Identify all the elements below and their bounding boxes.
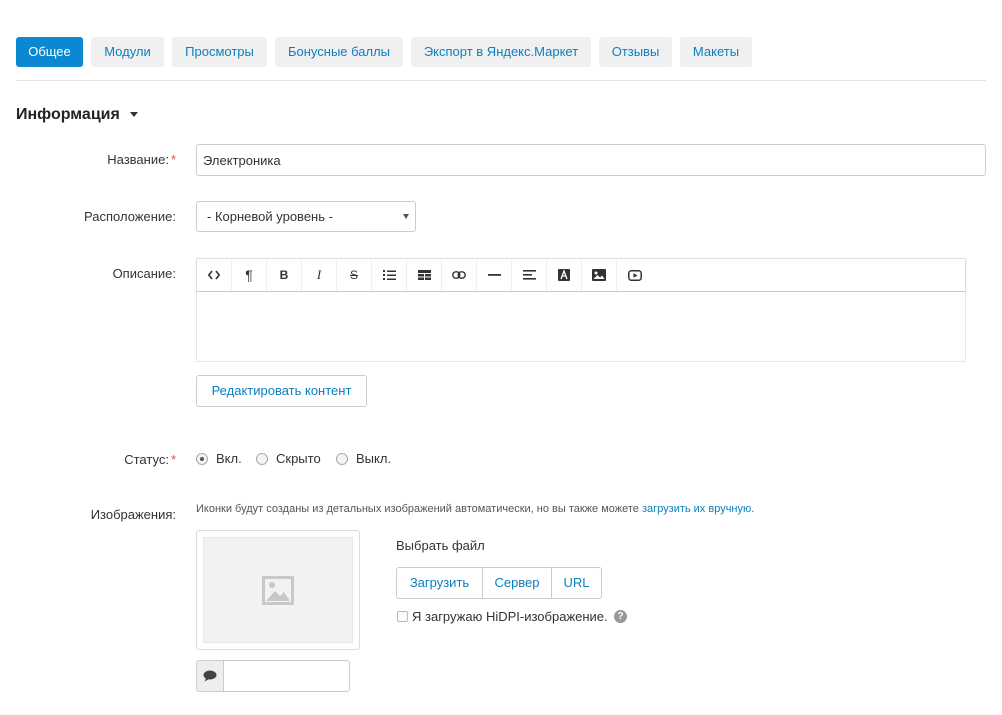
required-mark: * [170, 452, 176, 467]
image-icon[interactable] [582, 259, 617, 291]
tab-views[interactable]: Просмотры [172, 37, 267, 67]
name-input[interactable] [196, 144, 986, 176]
editor-toolbar: ¶ B I S [196, 258, 966, 292]
image-placeholder [203, 537, 353, 643]
image-placeholder-icon [262, 576, 294, 605]
tab-reviews[interactable]: Отзывы [599, 37, 672, 67]
location-label: Расположение: [84, 209, 176, 224]
horizontal-rule-icon[interactable] [477, 259, 512, 291]
hidpi-label: Я загружаю HiDPI-изображение. [412, 609, 608, 624]
table-icon[interactable] [407, 259, 442, 291]
unordered-list-icon[interactable] [372, 259, 407, 291]
section-title: Информация [16, 106, 120, 123]
tab-bonus-points[interactable]: Бонусные баллы [275, 37, 403, 67]
font-color-icon[interactable] [547, 259, 582, 291]
upload-manually-link[interactable]: загрузить их вручную [642, 503, 751, 515]
status-on-label: Вкл. [216, 451, 242, 466]
select-arrow-icon [403, 214, 409, 219]
status-hidden-radio[interactable] [256, 453, 268, 465]
section-toggle-information[interactable]: Информация [16, 106, 138, 124]
name-label: Название: * [107, 152, 176, 167]
edit-content-button[interactable]: Редактировать контент [196, 375, 367, 407]
help-icon[interactable]: ? [614, 610, 627, 623]
tab-yandex-market-export[interactable]: Экспорт в Яндекс.Маркет [411, 37, 591, 67]
status-on-radio[interactable] [196, 453, 208, 465]
url-button[interactable]: URL [551, 567, 602, 599]
images-hint: Иконки будут созданы из детальных изобра… [196, 503, 755, 515]
tabs-divider [16, 80, 986, 81]
paragraph-icon[interactable]: ¶ [232, 259, 267, 291]
tab-general[interactable]: Общее [16, 37, 83, 67]
location-selected-value: - Корневой уровень - [207, 209, 333, 224]
choose-file-label: Выбрать файл [396, 538, 485, 553]
server-button[interactable]: Сервер [482, 567, 552, 599]
status-label: Статус: * [124, 452, 176, 467]
caret-down-icon [129, 112, 138, 118]
images-label: Изображения: [90, 507, 176, 522]
required-mark: * [170, 152, 176, 167]
status-hidden-label: Скрыто [276, 451, 321, 466]
status-off-label: Выкл. [356, 451, 392, 466]
location-select[interactable]: - Корневой уровень - [196, 201, 416, 232]
upload-button[interactable]: Загрузить [396, 567, 483, 599]
link-icon[interactable] [442, 259, 477, 291]
description-label: Описание: [112, 266, 176, 281]
status-off-radio[interactable] [336, 453, 348, 465]
description-editor[interactable] [196, 292, 966, 362]
tab-modules[interactable]: Модули [91, 37, 164, 67]
video-icon[interactable] [617, 259, 652, 291]
strikethrough-icon[interactable]: S [337, 259, 372, 291]
italic-icon[interactable]: I [302, 259, 337, 291]
image-preview [196, 530, 360, 650]
code-icon[interactable] [197, 259, 232, 291]
image-alt-input[interactable] [223, 660, 350, 692]
comment-icon [196, 660, 224, 692]
hidpi-checkbox[interactable] [397, 611, 408, 622]
align-icon[interactable] [512, 259, 547, 291]
image-alt-group [196, 660, 350, 692]
tab-layouts[interactable]: Макеты [680, 37, 752, 67]
bold-icon[interactable]: B [267, 259, 302, 291]
